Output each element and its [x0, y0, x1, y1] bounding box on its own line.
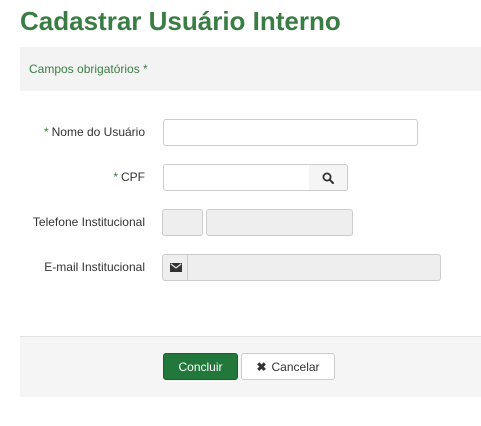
email-addon	[162, 254, 188, 281]
telefone-numero-input	[206, 209, 353, 236]
concluir-button[interactable]: Concluir	[163, 353, 238, 380]
email-input	[187, 254, 441, 281]
required-marker: *	[43, 125, 49, 139]
cancelar-button[interactable]: ✖ Cancelar	[241, 353, 335, 380]
cpf-label: * CPF	[113, 170, 145, 184]
close-icon: ✖	[256, 359, 267, 374]
email-label: E-mail Institucional	[44, 260, 145, 274]
cpf-input[interactable]	[163, 164, 310, 191]
cpf-label-text: CPF	[121, 170, 145, 184]
envelope-icon	[169, 263, 182, 272]
telefone-label: Telefone Institucional	[33, 215, 145, 229]
email-label-text: E-mail Institucional	[44, 260, 145, 274]
required-fields-note: Campos obrigatórios *	[29, 62, 148, 76]
required-fields-banner: Campos obrigatórios *	[20, 47, 481, 91]
page-title: Cadastrar Usuário Interno	[20, 6, 341, 36]
nome-label: * Nome do Usuário	[44, 125, 145, 139]
cpf-search-button[interactable]	[309, 164, 348, 191]
required-marker: *	[113, 170, 118, 184]
nome-input[interactable]	[163, 119, 418, 146]
nome-label-text: Nome do Usuário	[51, 125, 145, 139]
telefone-label-text: Telefone Institucional	[32, 215, 145, 229]
telefone-ddd-input	[162, 209, 203, 236]
search-icon	[322, 172, 334, 184]
concluir-button-label: Concluir	[178, 359, 223, 374]
cancelar-button-label: Cancelar	[271, 359, 320, 374]
